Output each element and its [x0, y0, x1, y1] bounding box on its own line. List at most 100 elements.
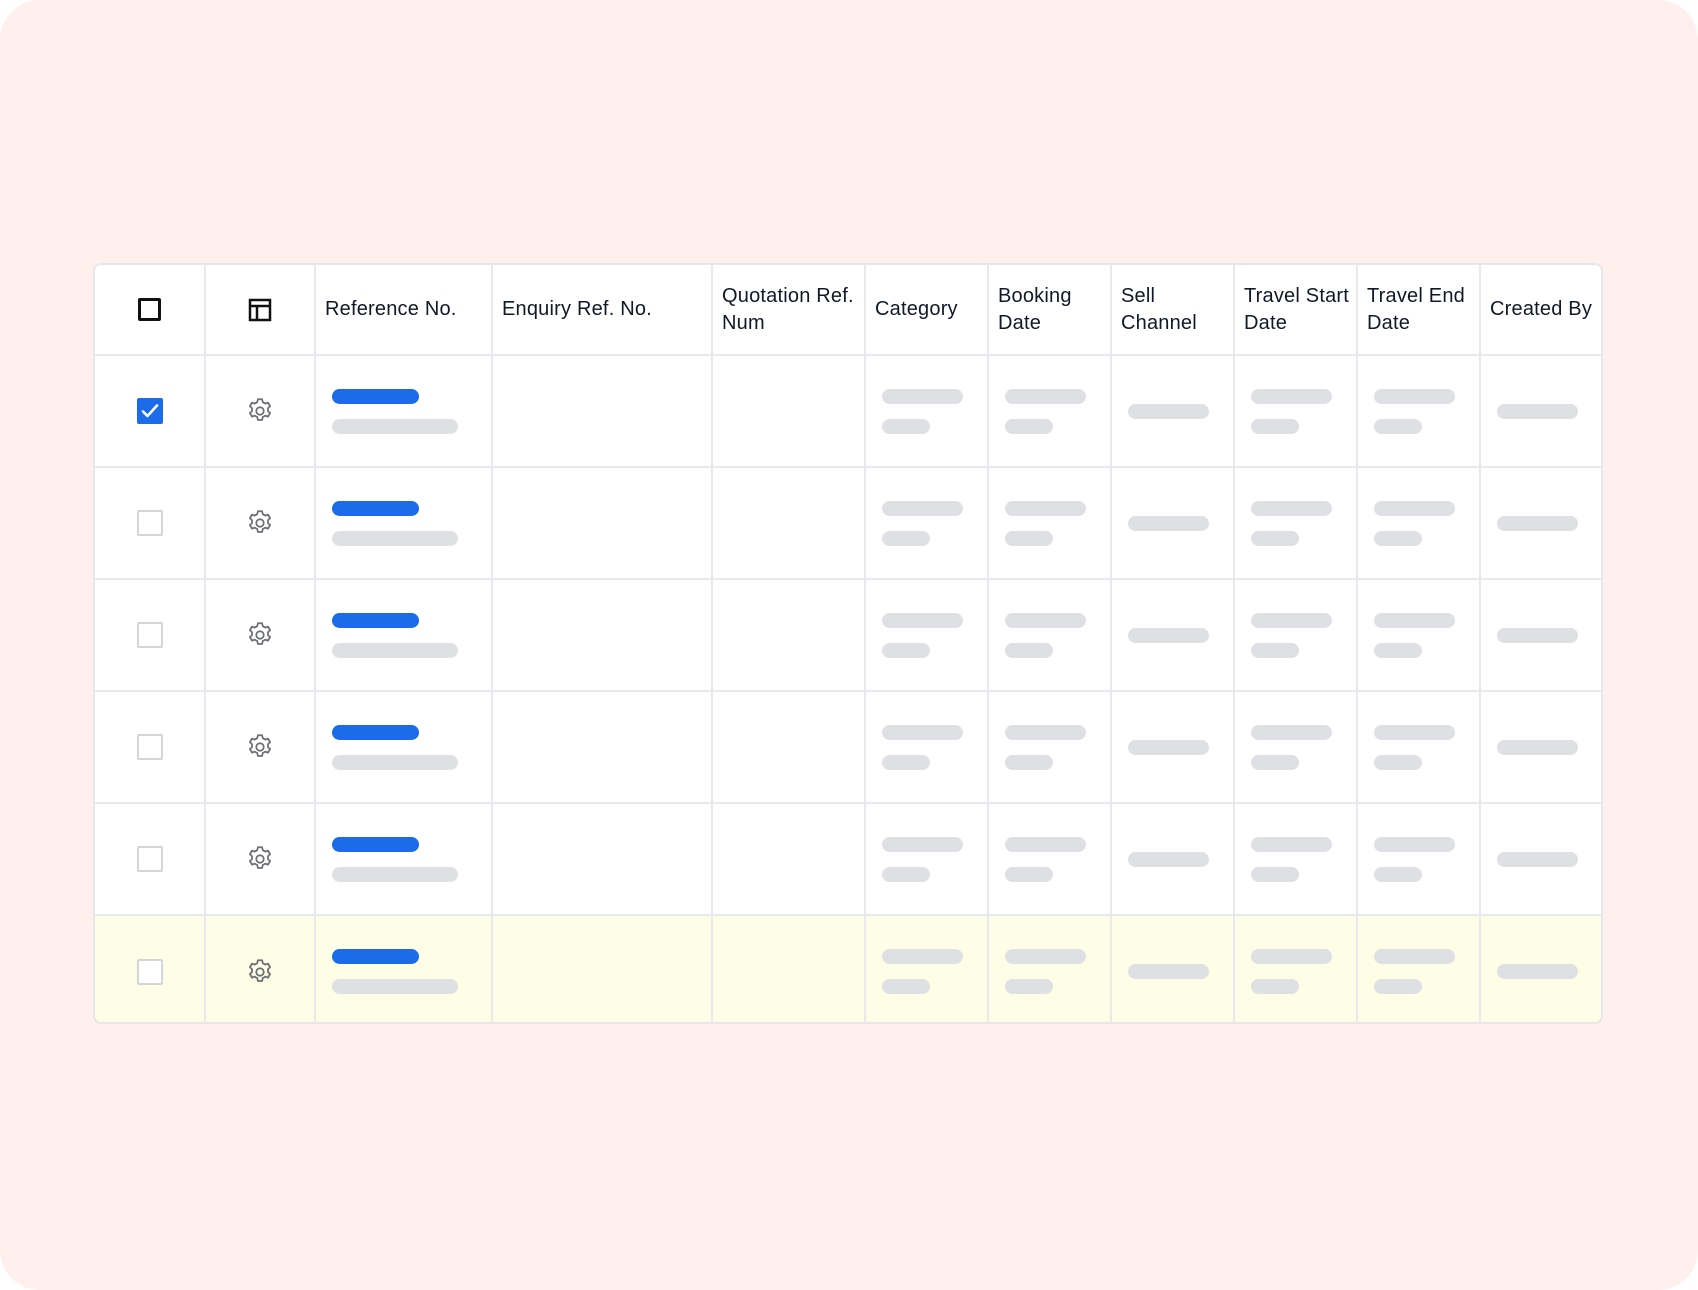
skeleton-placeholder — [989, 804, 1110, 914]
category-cell — [865, 579, 989, 692]
skeleton-placeholder — [1358, 356, 1479, 466]
row-checkbox[interactable] — [136, 846, 163, 872]
skeleton-placeholder — [1235, 356, 1356, 466]
gear-icon[interactable] — [245, 844, 275, 874]
travel-end-date-cell — [1357, 691, 1481, 804]
travel-start-date-cell — [1234, 579, 1358, 692]
table-row[interactable] — [95, 915, 1601, 1022]
category-cell — [865, 355, 989, 468]
column-header-created-by[interactable]: Created By — [1480, 265, 1601, 356]
skeleton-bar — [1128, 739, 1209, 755]
column-header-sell-channel[interactable]: Sell Channel — [1111, 265, 1235, 356]
skeleton-bar — [332, 530, 458, 546]
table-row[interactable] — [95, 803, 1601, 916]
skeleton-placeholder — [866, 580, 987, 690]
skeleton-bar — [332, 866, 458, 882]
column-header-reference-no[interactable]: Reference No. — [315, 265, 493, 356]
skeleton-placeholder — [1235, 580, 1356, 690]
skeleton-bar — [332, 418, 458, 434]
sell-channel-cell — [1111, 579, 1235, 692]
skeleton-bar — [1251, 949, 1332, 964]
skeleton-bar — [1497, 964, 1578, 979]
column-header-category[interactable]: Category — [865, 265, 989, 356]
reference-no-cell — [315, 579, 493, 692]
travel-start-date-cell — [1234, 355, 1358, 468]
column-header-travel-end-date[interactable]: Travel End Date — [1357, 265, 1481, 356]
skeleton-bar — [1497, 403, 1578, 419]
skeleton-bar — [1251, 418, 1299, 434]
column-layout-header — [205, 265, 316, 356]
skeleton-placeholder — [866, 468, 987, 578]
gear-icon[interactable] — [245, 620, 275, 650]
select-all-checkbox[interactable] — [138, 298, 161, 322]
skeleton-placeholder — [989, 356, 1110, 466]
skeleton-bar — [882, 949, 963, 964]
skeleton-placeholder — [316, 804, 491, 914]
skeleton-bar — [882, 979, 930, 994]
row-select-cell — [95, 803, 206, 916]
gear-icon[interactable] — [245, 957, 275, 987]
skeleton-bar — [1374, 530, 1422, 546]
skeleton-bar — [1128, 964, 1209, 979]
skeleton-bar — [1005, 949, 1086, 964]
row-checkbox-checked[interactable] — [136, 398, 163, 424]
booking-date-cell — [988, 691, 1112, 804]
row-select-cell — [95, 579, 206, 692]
quotation-ref-num-cell — [712, 355, 866, 468]
category-cell — [865, 691, 989, 804]
quotation-ref-num-cell — [712, 579, 866, 692]
page-background: Reference No. Enquiry Ref. No. Quotation… — [0, 0, 1698, 1290]
table-row[interactable] — [95, 691, 1601, 804]
column-header-travel-start-date[interactable]: Travel Start Date — [1234, 265, 1358, 356]
row-select-cell — [95, 467, 206, 580]
category-cell — [865, 803, 989, 916]
gear-icon[interactable] — [245, 396, 275, 426]
skeleton-placeholder — [1358, 468, 1479, 578]
skeleton-bar — [1374, 754, 1422, 770]
skeleton-bar — [1005, 754, 1053, 770]
gear-icon[interactable] — [245, 732, 275, 762]
gear-icon[interactable] — [245, 508, 275, 538]
table-row[interactable] — [95, 467, 1601, 580]
skeleton-bar — [1251, 388, 1332, 404]
skeleton-bar — [882, 530, 930, 546]
skeleton-bar — [882, 418, 930, 434]
skeleton-bar — [332, 642, 458, 658]
row-checkbox[interactable] — [136, 958, 163, 985]
row-settings-cell — [205, 803, 316, 916]
column-header-quotation-ref-num[interactable]: Quotation Ref. Num — [712, 265, 866, 356]
skeleton-bar — [1128, 515, 1209, 531]
skeleton-placeholder — [1235, 916, 1356, 1022]
row-checkbox[interactable] — [136, 734, 163, 760]
travel-start-date-cell — [1234, 915, 1358, 1022]
table-row[interactable] — [95, 355, 1601, 468]
travel-start-date-cell — [1234, 691, 1358, 804]
column-header-enquiry-ref-no[interactable]: Enquiry Ref. No. — [492, 265, 713, 356]
skeleton-placeholder — [1481, 916, 1601, 1022]
row-checkbox[interactable] — [136, 510, 163, 536]
skeleton-placeholder — [989, 916, 1110, 1022]
skeleton-placeholder — [1358, 692, 1479, 802]
row-checkbox[interactable] — [136, 622, 163, 648]
created-by-cell — [1480, 467, 1601, 580]
skeleton-bar — [1374, 418, 1422, 434]
skeleton-bar — [882, 836, 963, 852]
skeleton-bar — [332, 949, 419, 964]
skeleton-bar — [1005, 500, 1086, 516]
skeleton-placeholder — [1235, 804, 1356, 914]
skeleton-placeholder — [866, 692, 987, 802]
table-row[interactable] — [95, 579, 1601, 692]
skeleton-bar — [332, 500, 419, 516]
quotation-ref-num-cell — [712, 803, 866, 916]
select-all-header — [95, 265, 206, 356]
sell-channel-cell — [1111, 915, 1235, 1022]
row-settings-cell — [205, 355, 316, 468]
layout-icon[interactable] — [248, 298, 272, 322]
row-select-cell — [95, 691, 206, 804]
column-header-booking-date[interactable]: Booking Date — [988, 265, 1112, 356]
skeleton-bar — [1005, 418, 1053, 434]
skeleton-bar — [1251, 724, 1332, 740]
skeleton-placeholder — [1358, 916, 1479, 1022]
table-header-row: Reference No. Enquiry Ref. No. Quotation… — [95, 265, 1601, 356]
skeleton-bar — [882, 866, 930, 882]
